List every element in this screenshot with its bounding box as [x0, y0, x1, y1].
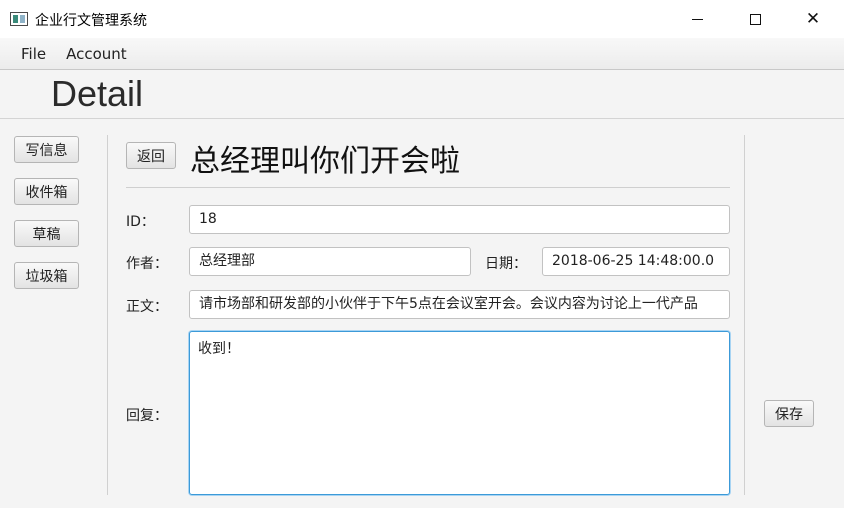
id-field[interactable]: 18: [189, 205, 730, 234]
page-title: Detail: [51, 73, 144, 114]
reply-label: 回复：: [126, 408, 168, 424]
minimize-button[interactable]: [668, 0, 726, 38]
date-field[interactable]: 2018-06-25 14:48:00.0: [542, 247, 730, 276]
id-label: ID：: [126, 214, 155, 230]
left-divider: [107, 135, 108, 495]
menu-account[interactable]: Account: [56, 45, 137, 63]
back-button[interactable]: 返回: [126, 142, 176, 169]
maximize-button[interactable]: [726, 0, 784, 38]
author-label: 作者：: [126, 256, 168, 272]
body-label: 正文：: [126, 299, 168, 315]
trash-button[interactable]: 垃圾箱: [14, 262, 79, 289]
title-divider: [126, 187, 730, 188]
body-field[interactable]: 请市场部和研发部的小伙伴于下午5点在会议室开会。会议内容为讨论上一代产品: [189, 290, 730, 319]
inbox-button[interactable]: 收件箱: [14, 178, 79, 205]
reply-textarea[interactable]: 收到！: [189, 331, 730, 495]
close-icon: ✕: [805, 8, 821, 29]
title-bar: 企业行文管理系统 ✕: [0, 0, 844, 38]
author-field[interactable]: 总经理部: [189, 247, 471, 276]
drafts-button[interactable]: 草稿: [14, 220, 79, 247]
message-subject: 总经理叫你们开会啦: [190, 144, 460, 179]
app-icon: [10, 12, 28, 26]
maximize-icon: [749, 13, 761, 25]
save-button[interactable]: 保存: [764, 400, 814, 427]
date-label: 日期：: [485, 256, 527, 272]
right-divider: [744, 135, 745, 495]
minimize-icon: [691, 18, 703, 20]
menu-file[interactable]: File: [11, 45, 56, 63]
window-title: 企业行文管理系统: [35, 13, 147, 29]
close-button[interactable]: ✕: [784, 0, 842, 38]
write-message-button[interactable]: 写信息: [14, 136, 79, 163]
page-header: Detail: [0, 70, 844, 119]
menu-bar: File Account: [0, 38, 844, 70]
